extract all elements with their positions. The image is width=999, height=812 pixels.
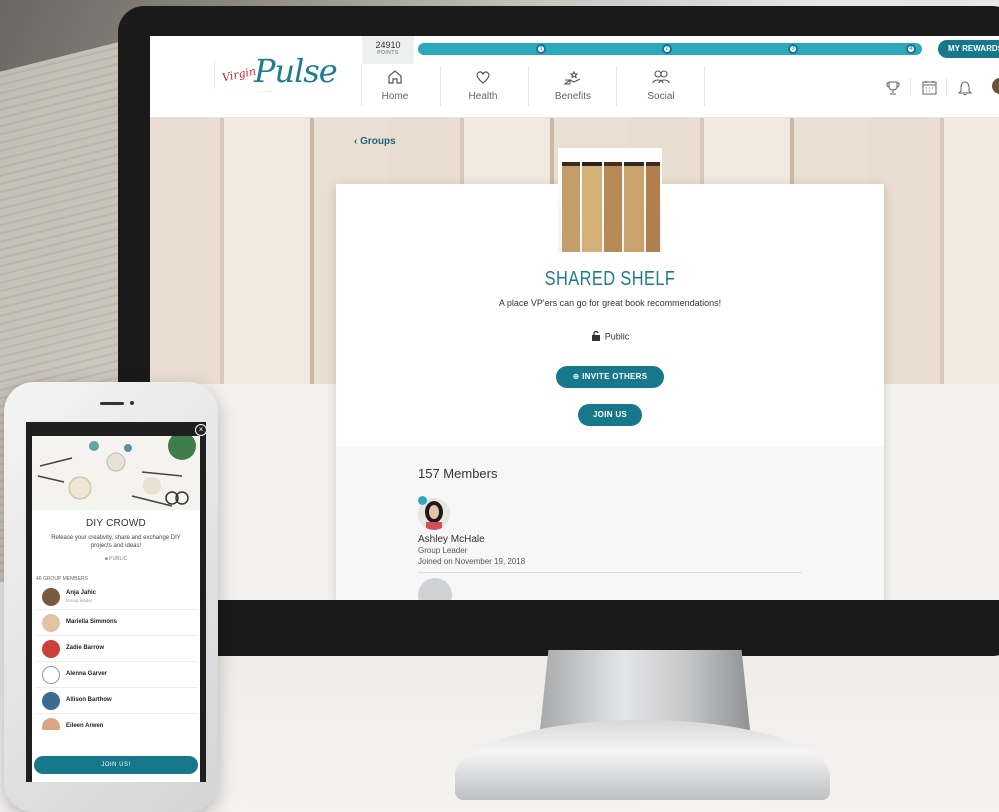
member-avatar [42, 692, 60, 710]
mobile-member-row[interactable]: Allison Barthow [36, 688, 198, 714]
diy-crowd-cover-image [32, 436, 200, 510]
member-name: Mariella Simmons [66, 619, 118, 625]
member-divider [418, 572, 802, 573]
members-count: 157 Members [418, 466, 498, 481]
member-avatar [42, 718, 60, 730]
my-rewards-button[interactable]: MY REWARDS [938, 40, 999, 58]
nav-health[interactable]: Health [448, 66, 518, 114]
member-avatar[interactable] [418, 578, 452, 600]
points-value: 24910 [375, 40, 401, 50]
group-card: SHARED SHELF A place VP'ers can go for g… [336, 148, 884, 600]
mobile-join-button[interactable]: JOIN US! [34, 756, 198, 774]
back-to-groups-link[interactable]: ‹ Groups [354, 136, 396, 147]
leader-badge [418, 496, 427, 505]
nav-home[interactable]: Home [360, 66, 430, 114]
member-joined-date: Joined on November 19, 2018 [418, 557, 526, 566]
phone-camera [130, 401, 134, 405]
member-name: Eileen Arwen [66, 723, 104, 729]
close-icon[interactable]: × [195, 424, 206, 436]
invite-label: INVITE OTHERS [582, 372, 648, 381]
mobile-member-row[interactable]: Mariella Simmons [36, 610, 198, 636]
calendar-icon[interactable] [922, 80, 937, 95]
group-description: A place VP'ers can go for great book rec… [498, 298, 722, 308]
mobile-group-title: DIY CROWD [86, 518, 146, 529]
member-name: Zadie Barrow [66, 645, 105, 651]
member-name[interactable]: Ashley McHale [418, 534, 485, 545]
book-spine [646, 162, 660, 252]
plus-circle-icon: ⊕ [572, 372, 583, 381]
user-placeholder-icon [42, 666, 60, 684]
icon-divider [910, 78, 911, 96]
member-name: Anja Jahic [66, 590, 97, 596]
nav-social-label: Social [647, 91, 675, 102]
group-privacy: Public [336, 330, 884, 344]
nav-health-label: Health [468, 91, 498, 102]
mobile-screen: × DIY CROWD Release your creativity, sha… [26, 422, 206, 782]
nav-divider [616, 66, 617, 106]
points-label: POINTS [377, 50, 399, 56]
mobile-member-row[interactable]: Eileen Arwen [36, 714, 198, 730]
members-section: 157 Members Ashley McHale Group Leader J… [336, 446, 884, 600]
unlocked-icon [591, 330, 601, 344]
mobile-group-description: Release your creativity, share and excha… [51, 535, 181, 549]
group-title: SHARED SHELF [544, 268, 676, 290]
nav-home-label: Home [381, 91, 409, 102]
heart-icon [476, 71, 490, 84]
book-spine [624, 162, 644, 252]
book-spine [562, 162, 580, 252]
mobile-member-row[interactable]: Anja Jahic Group leader [36, 584, 198, 610]
monitor-stand [540, 650, 750, 730]
rewards-progress-bar: 1 2 3 4 [418, 43, 922, 55]
mobile-member-row[interactable]: Alenna Garver [36, 662, 198, 688]
member-avatar [42, 588, 60, 606]
icon-divider [946, 78, 947, 96]
invite-others-button[interactable]: ⊕ INVITE OTHERS [556, 366, 664, 388]
member-name: Alenna Garver [66, 671, 108, 677]
logo-pulse-text: Pulse [254, 52, 338, 90]
top-navigation: Virgin Pulse 24910 POINTS 1 2 3 4 MY REW… [150, 36, 999, 118]
nav-divider [704, 66, 705, 106]
bell-icon[interactable] [958, 80, 972, 96]
group-cover-image [558, 148, 662, 252]
progress-level-1: 1 [536, 44, 546, 54]
member-role: Group leader [66, 598, 93, 603]
back-link-label: Groups [360, 136, 396, 147]
nav-benefits-label: Benefits [554, 91, 592, 102]
nav-divider [528, 66, 529, 106]
mobile-member-count: 46 GROUP MEMBERS [36, 576, 88, 582]
mobile-group-privacy: ■ PUBLIC [32, 556, 200, 562]
privacy-label: Public [604, 331, 630, 342]
member-avatar [42, 640, 60, 658]
mobile-privacy-label: PUBLIC [109, 556, 128, 562]
nav-divider [440, 66, 441, 106]
mobile-member-row[interactable]: Zadie Barrow [36, 636, 198, 662]
monitor-chin [118, 600, 999, 656]
points-counter: 24910 POINTS [362, 36, 414, 64]
join-us-button[interactable]: JOIN US [578, 404, 642, 426]
nav-social[interactable]: Social [626, 66, 696, 114]
nav-benefits[interactable]: Benefits [538, 66, 608, 114]
progress-level-2: 2 [662, 44, 672, 54]
member-avatar [42, 614, 60, 632]
book-spine [604, 162, 622, 252]
benefits-icon [563, 70, 581, 85]
progress-level-4: 4 [906, 44, 916, 54]
book-spine [582, 162, 602, 252]
phone-speaker [100, 402, 124, 405]
home-icon [388, 70, 402, 84]
mobile-phone: × DIY CROWD Release your creativity, sha… [4, 382, 218, 812]
mobile-group-page: × DIY CROWD Release your creativity, sha… [32, 424, 206, 782]
social-icon [652, 70, 670, 84]
profile-avatar[interactable] [992, 78, 999, 94]
member-name: Allison Barthow [66, 697, 112, 703]
virgin-pulse-logo[interactable]: Virgin Pulse [214, 50, 338, 100]
desktop-screen: Virgin Pulse 24910 POINTS 1 2 3 4 MY REW… [150, 36, 999, 600]
member-role: Group Leader [418, 546, 468, 555]
trophy-icon[interactable] [886, 80, 900, 96]
progress-level-3: 3 [788, 44, 798, 54]
